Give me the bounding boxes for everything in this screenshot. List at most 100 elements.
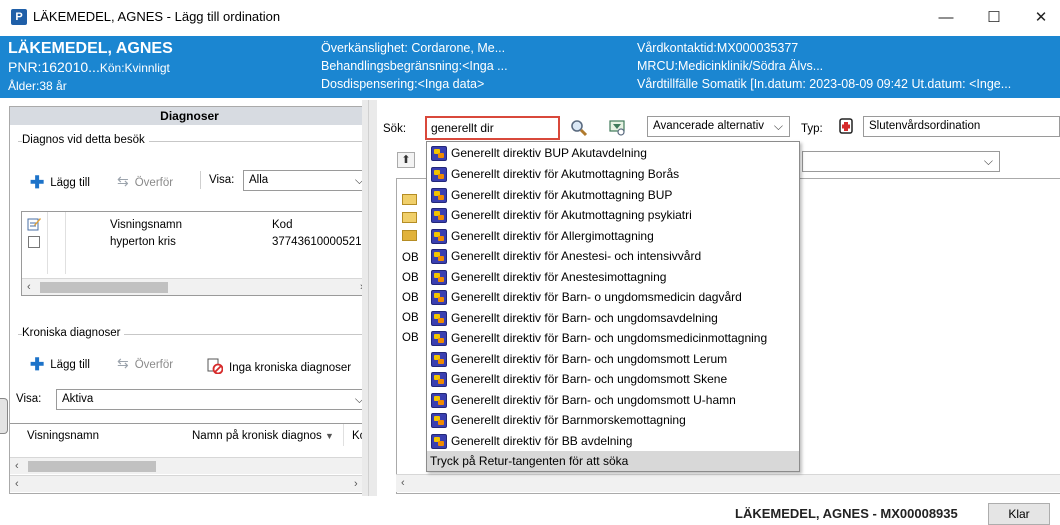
care-contact-info: Vårdkontaktid:MX000035377 MRCU:Medicinkl… <box>637 39 1011 93</box>
tree-item[interactable]: OB <box>402 332 419 344</box>
scrollbar-thumb[interactable] <box>40 282 168 293</box>
suggestion-item[interactable]: Generellt direktiv för BB avdelning <box>430 431 798 452</box>
no-chronic-diagnoses-button[interactable]: Inga kroniska diagnoser <box>207 355 352 375</box>
add-diagnosis-button[interactable]: ✚ Lägg till <box>30 173 90 193</box>
search-icon[interactable] <box>569 118 589 138</box>
folder-icon[interactable] <box>402 230 417 241</box>
suggestion-item[interactable]: Generellt direktiv för Akutmottagning Bo… <box>430 164 798 185</box>
splitter-line <box>368 100 369 496</box>
edit-icon[interactable] <box>27 217 41 231</box>
suggestion-label: Generellt direktiv för Allergimottagning <box>451 229 654 243</box>
window-title: LÄKEMEDEL, AGNES - Lägg till ordination <box>33 9 281 24</box>
diagnoses-panel: Diagnoser Diagnos vid detta besök ✚ Lägg … <box>9 106 371 494</box>
advanced-options-select[interactable]: Avancerade alternativ ⌵ <box>647 116 790 137</box>
search-input[interactable] <box>425 116 560 140</box>
chronic-visa-select[interactable]: Aktiva ⌵ <box>56 389 371 410</box>
suggestion-item[interactable]: Generellt direktiv för Akutmottagning BU… <box>430 185 798 206</box>
plus-icon: ✚ <box>30 173 45 192</box>
dose-dispensing-info: Dosdispensering:<Inga data> <box>321 77 485 91</box>
chronic-visa-value: Aktiva <box>62 393 94 405</box>
chevron-down-icon: ⌵ <box>773 119 783 133</box>
no-entry-icon <box>207 358 224 375</box>
advanced-options-value: Avancerade alternativ <box>653 120 765 132</box>
maximize-button[interactable]: ☐ <box>979 6 1009 30</box>
panel-splitter[interactable] <box>362 100 377 496</box>
scroll-left-icon[interactable]: ‹ <box>27 279 31 296</box>
allergy-info[interactable]: Överkänslighet: Cordarone, Me... <box>321 39 508 57</box>
filter-select[interactable]: ⌵ <box>802 151 1000 172</box>
directive-icon <box>431 393 447 408</box>
scroll-right-icon[interactable]: › <box>354 476 358 493</box>
suggestion-item[interactable]: Generellt direktiv för Anestesi- och int… <box>430 246 798 267</box>
filter-icon[interactable] <box>608 118 628 138</box>
tree-item[interactable]: OB <box>402 272 419 284</box>
suggestion-item[interactable]: Generellt direktiv för Barn- och ungdoms… <box>430 328 798 349</box>
suggestion-label: Generellt direktiv för Akutmottagning Bo… <box>451 167 680 181</box>
suggestion-item[interactable]: Generellt direktiv för Allergimottagning <box>430 226 798 247</box>
directive-icon <box>431 434 447 449</box>
visit-diagnosis-table: Visningsnamn Kod hyperton kris 377436100… <box>21 211 371 296</box>
suggestion-item[interactable]: Generellt direktiv för Akutmottagning ps… <box>430 205 798 226</box>
suggestion-label: Generellt direktiv för Barnmorskemottagn… <box>451 413 686 427</box>
horizontal-scrollbar[interactable]: ‹ › <box>22 278 370 295</box>
suggestion-label: Generellt direktiv för Barn- och ungdoms… <box>451 352 728 366</box>
transfer-diagnosis-button[interactable]: ⇆ Överför <box>117 173 173 190</box>
minimize-button[interactable]: — <box>931 6 961 30</box>
close-button[interactable]: ✕ <box>1026 6 1056 30</box>
scroll-left-icon[interactable]: ‹ <box>15 476 19 493</box>
column-separator <box>47 212 48 274</box>
search-hint: Tryck på Retur-tangenten för att söka <box>427 451 799 471</box>
panel-horizontal-scrollbar[interactable]: ‹ › <box>10 475 369 492</box>
no-chronic-label: Inga kroniska diagnoser <box>229 362 352 374</box>
mrcu-info: MRCU:Medicinklinik/Södra Älvs... <box>637 59 824 73</box>
type-select[interactable]: Slutenvårdsordination <box>863 116 1060 137</box>
horizontal-scrollbar[interactable]: ‹ <box>10 457 369 474</box>
visa-label: Visa: <box>209 174 235 186</box>
scroll-left-icon[interactable]: ‹ <box>15 458 19 475</box>
column-header-kod[interactable]: Kod <box>272 219 292 231</box>
transfer-chronic-label: Överför <box>134 359 174 371</box>
directive-icon <box>431 413 447 428</box>
folder-icon[interactable] <box>402 194 417 205</box>
suggestion-item[interactable]: Generellt direktiv för Barn- och ungdoms… <box>430 349 798 370</box>
visa-select[interactable]: Alla ⌵ <box>243 170 371 191</box>
transfer-chronic-button[interactable]: ⇆ Överför <box>117 355 173 372</box>
suggestion-item[interactable]: Generellt direktiv för Barn- och ungdoms… <box>430 390 798 411</box>
suggestion-item[interactable]: Generellt direktiv för Barn- o ungdomsme… <box>430 287 798 308</box>
suggestion-label: Generellt direktiv för Barn- och ungdoms… <box>451 393 736 407</box>
tree-item[interactable]: OB <box>402 312 419 324</box>
column-header-visningsnamn[interactable]: Visningsnamn <box>110 219 182 231</box>
footer-patient-label: LÄKEMEDEL, AGNES - MX00008935 <box>735 506 958 521</box>
row-checkbox[interactable] <box>28 236 40 248</box>
suggestion-label: Generellt direktiv för Anestesimottagnin… <box>451 270 667 284</box>
tree-item[interactable]: OB <box>402 292 419 304</box>
directive-icon <box>431 290 447 305</box>
done-button[interactable]: Klar <box>988 503 1050 525</box>
scroll-left-icon[interactable]: ‹ <box>401 477 405 489</box>
suggestion-label: Generellt direktiv för Barn- och ungdoms… <box>451 331 768 345</box>
app-icon: P <box>11 9 27 25</box>
suggestion-item[interactable]: Generellt direktiv för Anestesimottagnin… <box>430 267 798 288</box>
diagnosis-code: 37743610000521 <box>272 236 362 248</box>
collapse-panel-handle[interactable] <box>0 398 8 434</box>
horizontal-scrollbar[interactable]: ‹ › <box>396 474 1060 492</box>
suggestion-label: Generellt direktiv för Barn- och ungdoms… <box>451 372 728 386</box>
folder-icon[interactable] <box>402 212 417 223</box>
sort-down-icon: ▼ <box>324 431 334 441</box>
suggestion-item[interactable]: Generellt direktiv BUP Akutavdelning <box>430 143 798 164</box>
suggestion-label: Generellt direktiv för BB avdelning <box>451 434 633 448</box>
suggestion-item[interactable]: Generellt direktiv för Barn- och ungdoms… <box>430 308 798 329</box>
scrollbar-thumb[interactable] <box>28 461 156 472</box>
patient-gender: Kön:Kvinnligt <box>99 61 170 75</box>
patient-age: Ålder:38 år <box>8 79 67 93</box>
column-header-visningsnamn[interactable]: Visningsnamn <box>27 430 99 442</box>
suggestion-item[interactable]: Generellt direktiv för Barn- och ungdoms… <box>430 369 798 390</box>
transfer-diagnosis-label: Överför <box>134 177 174 189</box>
directive-icon <box>431 311 447 326</box>
treatment-limitation-info[interactable]: Behandlingsbegränsning:<Inga ... <box>321 57 508 75</box>
add-chronic-diagnosis-button[interactable]: ✚ Lägg till <box>30 355 90 375</box>
column-header-namn-kronisk[interactable]: Namn på kronisk diagnos ▼ <box>192 430 334 442</box>
tree-item[interactable]: OB <box>402 252 419 264</box>
suggestion-item[interactable]: Generellt direktiv för Barnmorskemottagn… <box>430 410 798 431</box>
folder-up-icon[interactable]: ⬆ <box>397 152 415 168</box>
